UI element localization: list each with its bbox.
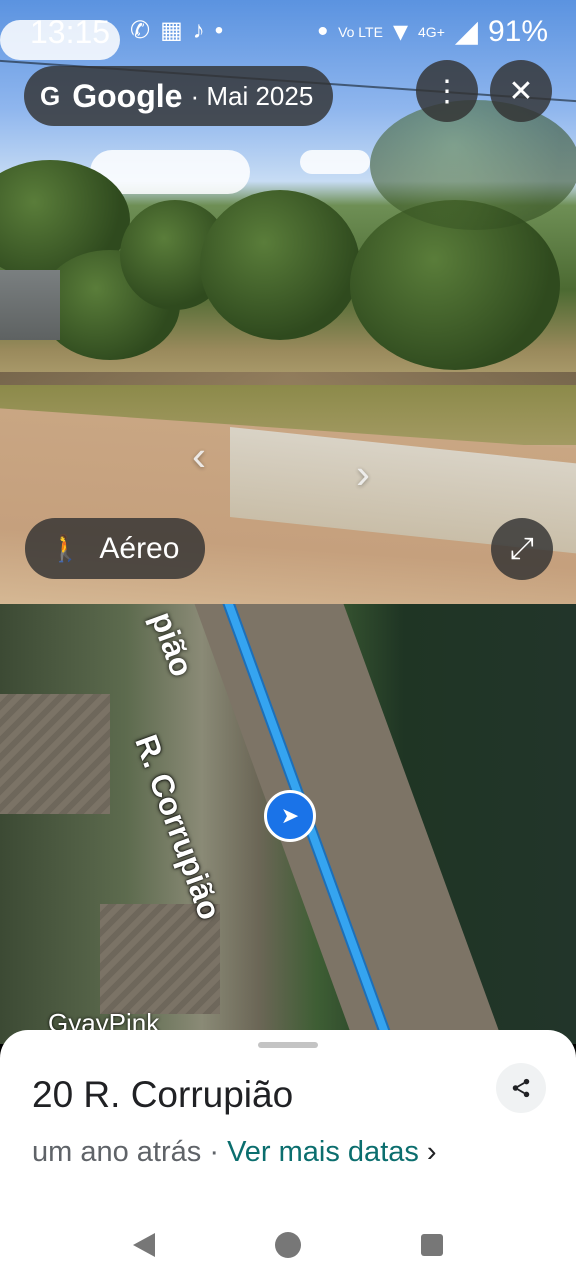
calendar-icon: ▦ [160,17,193,44]
volte-icon: Vo LTE [338,23,383,40]
aerial-view-label: Aéreo [99,531,180,565]
address-title: 20 R. Corrupião [32,1074,294,1115]
navigation-arrow-icon: ➤ [280,803,300,828]
age-text: um ano atrás [32,1136,202,1168]
network-type: 4G+ [418,23,445,40]
back-icon[interactable] [133,1233,155,1257]
status-right: • Vo LTE ▾ 4G+ ◢ 91% [318,14,548,49]
status-bar: 13:15 ✆▦♪• • Vo LTE ▾ 4G+ ◢ 91% [0,0,576,64]
aerial-view-button[interactable]: 🚶 Aéreo [25,518,206,579]
tiktok-icon: ♪ [192,17,215,44]
more-vert-icon: ⋮ [432,74,462,108]
location-marker[interactable]: ➤ [264,790,316,842]
whatsapp-icon: ✆ [130,17,161,44]
roof [0,694,110,814]
navigate-right-arrow-icon[interactable]: › [356,450,370,498]
notification-icons: ✆▦♪• [130,16,233,45]
road [180,604,504,1044]
signal-icon: ◢ [454,15,478,48]
pegman-icon: 🚶 [49,533,82,563]
share-icon [512,1078,530,1098]
separator: · [209,1136,219,1168]
sheet-drag-handle[interactable] [258,1042,318,1048]
close-icon: ✕ [508,74,534,108]
home-icon[interactable] [275,1232,301,1258]
imagery-source-pill[interactable]: G Google · Mai 2025 [24,66,334,126]
source-name: Google [72,77,183,114]
expand-icon: ⤢ [510,532,534,565]
battery-text: 91% [487,14,548,48]
dot-icon: • [214,17,234,44]
house [0,270,60,340]
dot-icon: • [317,14,329,48]
status-time: 13:15 [30,14,111,50]
wifi-icon: ▾ [392,15,409,48]
share-button[interactable] [496,1063,546,1113]
system-nav-bar [0,1210,576,1280]
date-meta: um ano atrás · Ver mais datas › [32,1136,437,1169]
chevron-right-icon[interactable]: › [427,1136,437,1168]
more-dates-link[interactable]: Ver mais datas [227,1136,419,1168]
navigate-left-arrow-icon[interactable]: ‹ [192,432,206,480]
tree [200,190,360,340]
capture-date: · Mai 2025 [190,80,314,111]
google-g-icon: G [40,80,61,111]
more-options-button[interactable]: ⋮ [416,60,478,122]
expand-button[interactable]: ⤢ [491,518,553,580]
close-button[interactable]: ✕ [490,60,552,122]
recents-icon[interactable] [421,1234,443,1256]
tree [370,100,576,230]
